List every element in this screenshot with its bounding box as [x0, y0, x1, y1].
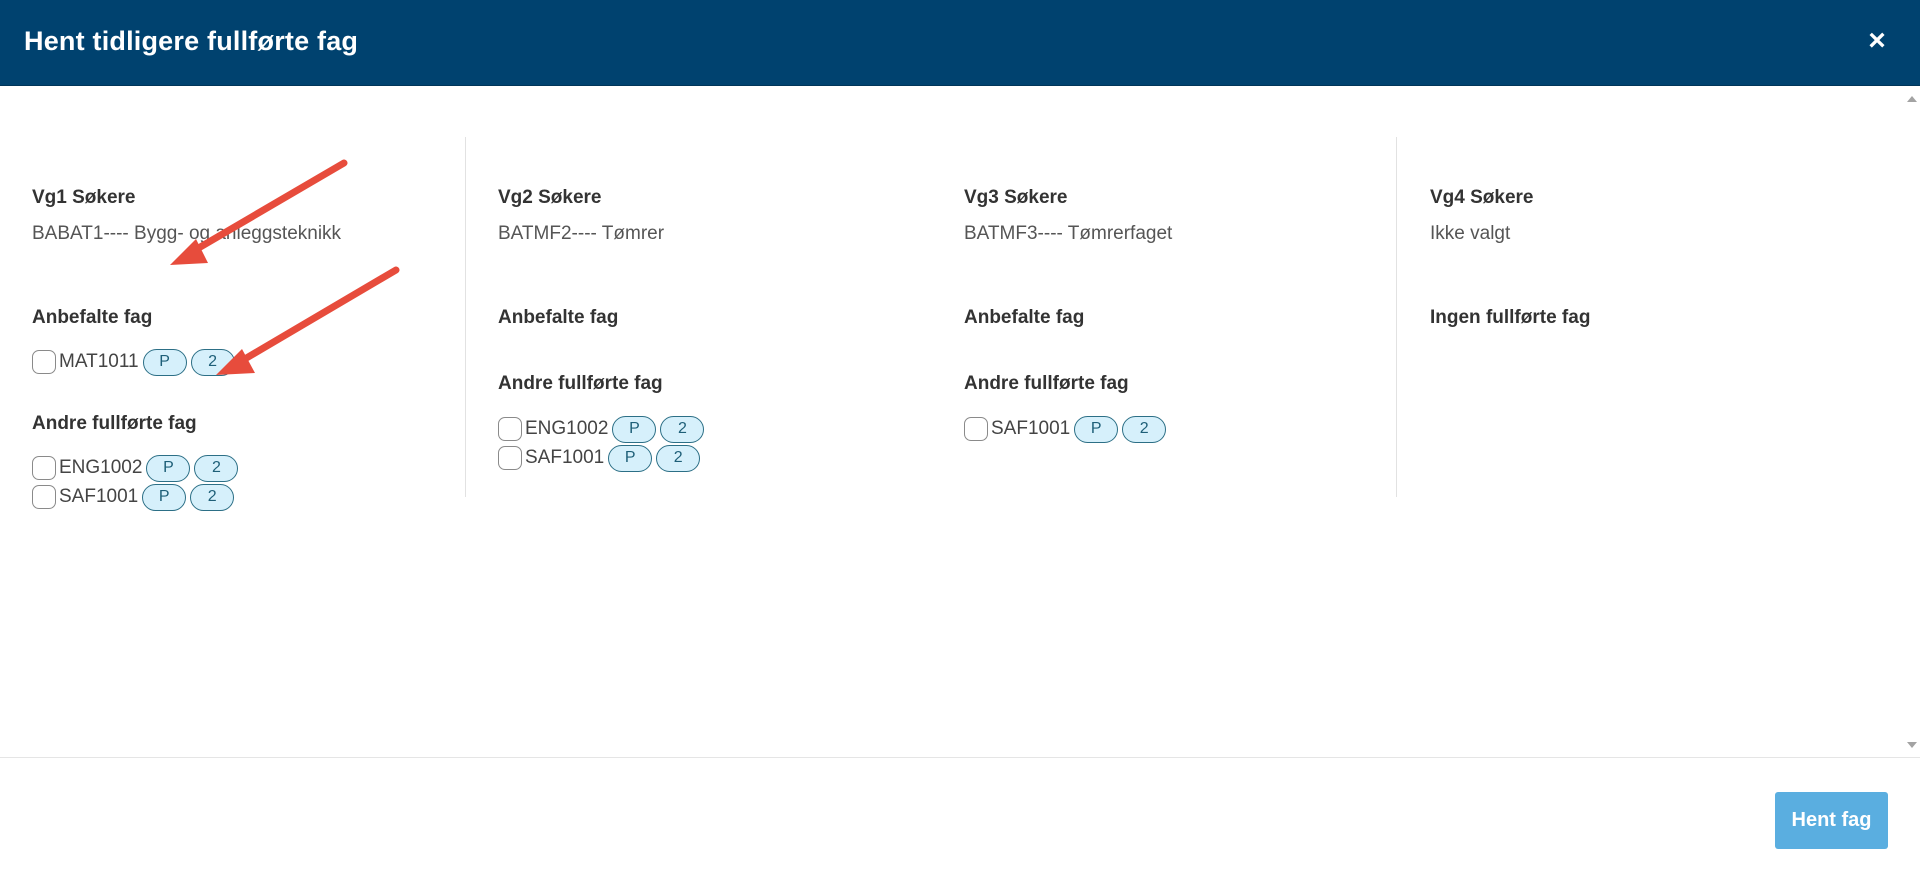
course-checkbox[interactable]: [964, 417, 988, 441]
vertical-scrollbar[interactable]: [1903, 87, 1920, 757]
column-title: Vg4 Søkere: [1430, 187, 1534, 208]
column-title: Vg2 Søkere: [498, 187, 602, 208]
course-item: SAF1001 P 2: [964, 415, 1170, 443]
course-checkbox[interactable]: [32, 485, 56, 509]
course-code: SAF1001: [525, 447, 605, 468]
other-heading: Andre fullførte fag: [498, 373, 663, 394]
course-code: ENG1002: [525, 418, 609, 439]
course-item: ENG1002 P 2: [32, 454, 242, 482]
course-item: SAF1001 P 2: [498, 444, 704, 472]
column-title: Vg3 Søkere: [964, 187, 1068, 208]
badge-2: 2: [1122, 415, 1167, 443]
scroll-down-icon[interactable]: [1907, 742, 1917, 748]
modal-body: Vg1 Søkere BABAT1---- Bygg- og anleggste…: [0, 87, 1920, 757]
course-code: SAF1001: [991, 418, 1071, 439]
course-checkbox[interactable]: [498, 446, 522, 470]
column-divider: [1396, 137, 1397, 497]
column-vg4: Vg4 Søkere Ikke valgt Ingen fullførte fa…: [1430, 137, 1896, 497]
modal-dialog: Hent tidligere fullførte fag × Vg1 Søker…: [0, 0, 1920, 878]
badge-2: 2: [194, 454, 239, 482]
modal-title: Hent tidligere fullførte fag: [24, 26, 359, 56]
badge-p: P: [142, 348, 187, 376]
course-checkbox[interactable]: [32, 456, 56, 480]
course-checkbox[interactable]: [32, 350, 56, 374]
column-program: BABAT1---- Bygg- og anleggsteknikk: [32, 223, 342, 244]
course-item: MAT1011 P 2: [32, 348, 239, 376]
column-program: BATMF3---- Tømrerfaget: [964, 223, 1173, 244]
modal-header: Hent tidligere fullførte fag ×: [0, 0, 1920, 86]
column-vg2: Vg2 Søkere BATMF2---- Tømrer Anbefalte f…: [498, 137, 964, 497]
badge-2: 2: [656, 444, 701, 472]
course-code: ENG1002: [59, 457, 143, 478]
badge-2: 2: [660, 415, 705, 443]
recommended-heading: Anbefalte fag: [32, 307, 153, 328]
column-program: Ikke valgt: [1430, 223, 1511, 244]
modal-footer: Hent fag: [0, 757, 1920, 878]
other-heading: Andre fullførte fag: [964, 373, 1129, 394]
column-vg3: Vg3 Søkere BATMF3---- Tømrerfaget Anbefa…: [964, 137, 1430, 497]
badge-2: 2: [190, 348, 235, 376]
column-program: BATMF2---- Tømrer: [498, 223, 665, 244]
other-heading: Andre fullførte fag: [32, 413, 197, 434]
recommended-heading: Anbefalte fag: [964, 307, 1085, 328]
column-divider: [465, 137, 466, 497]
badge-2: 2: [190, 483, 235, 511]
course-item: ENG1002 P 2: [498, 415, 708, 443]
column-vg1: Vg1 Søkere BABAT1---- Bygg- og anleggste…: [32, 137, 498, 511]
close-icon[interactable]: ×: [1864, 26, 1890, 56]
course-checkbox[interactable]: [498, 417, 522, 441]
empty-heading: Ingen fullførte fag: [1430, 307, 1591, 328]
scroll-up-icon[interactable]: [1907, 96, 1917, 102]
badge-p: P: [1074, 415, 1119, 443]
course-item: SAF1001 P 2: [32, 483, 238, 511]
badge-p: P: [608, 444, 653, 472]
course-code: SAF1001: [59, 486, 139, 507]
badge-p: P: [142, 483, 187, 511]
fetch-courses-button[interactable]: Hent fag: [1775, 792, 1888, 849]
badge-p: P: [146, 454, 191, 482]
course-code: MAT1011: [59, 351, 139, 372]
badge-p: P: [612, 415, 657, 443]
recommended-heading: Anbefalte fag: [498, 307, 619, 328]
column-title: Vg1 Søkere: [32, 187, 136, 208]
